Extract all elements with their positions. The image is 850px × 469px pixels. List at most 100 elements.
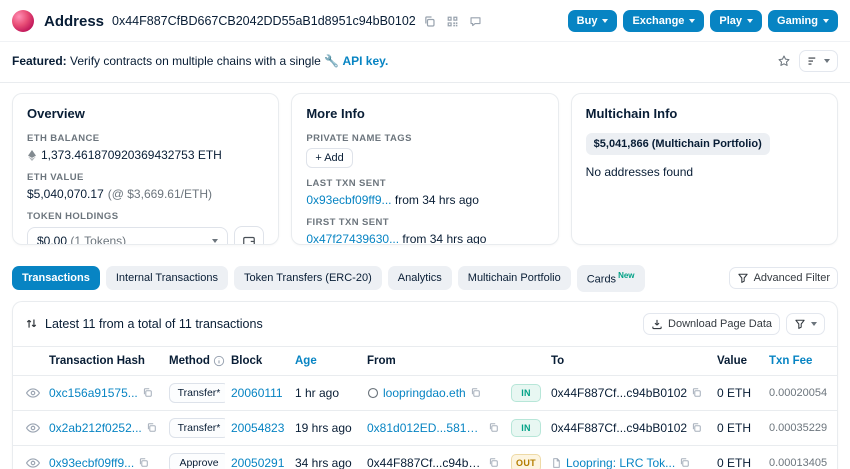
featured-prefix: Featured:: [12, 54, 67, 68]
buy-button-label: Buy: [577, 15, 598, 27]
from-address-link[interactable]: 0x81d012ED...5818C2404: [367, 421, 484, 435]
address-value: 0x44F887CfBD667CB2042DD55aB1d8951c94bB01…: [112, 14, 416, 28]
copy-to-button[interactable]: [679, 457, 690, 468]
tab-transactions[interactable]: Transactions: [12, 266, 100, 290]
copy-address-button[interactable]: [421, 12, 439, 30]
first-txn-section: FIRST TXN SENT 0x47f27439630... from 34 …: [306, 217, 543, 245]
copy-hash-button[interactable]: [138, 457, 149, 468]
token-holdings-value: $0.00: [37, 234, 67, 246]
age-cell: 34 hrs ago: [289, 445, 361, 469]
method-badge[interactable]: Transfer*: [169, 383, 225, 403]
table-toolbar: Latest 11 from a total of 11 transaction…: [13, 302, 837, 346]
method-badge[interactable]: Transfer*: [169, 418, 225, 438]
copy-icon: [691, 422, 702, 433]
row-visibility-button[interactable]: [26, 386, 40, 400]
multichain-portfolio-badge[interactable]: $5,041,866 (Multichain Portfolio): [586, 133, 770, 155]
column-filter-button[interactable]: [786, 313, 825, 335]
method-badge[interactable]: Approve: [169, 453, 225, 469]
copy-icon: [691, 387, 702, 398]
copy-from-button[interactable]: [488, 422, 499, 433]
value-cell: 0 ETH: [711, 445, 763, 469]
value-column-header: Value: [711, 346, 763, 375]
row-visibility-button[interactable]: [26, 456, 40, 469]
txn-hash-link[interactable]: 0x2ab212f0252...: [49, 421, 142, 435]
play-button[interactable]: Play: [710, 10, 762, 32]
play-button-label: Play: [719, 15, 742, 27]
chevron-down-icon: [823, 19, 829, 23]
chevron-down-icon: [747, 19, 753, 23]
copy-hash-button[interactable]: [142, 387, 153, 398]
exchange-button[interactable]: Exchange: [623, 10, 704, 32]
etherscan-address-page: Address 0x44F887CfBD667CB2042DD55aB1d895…: [0, 0, 850, 469]
table-actions: Download Page Data: [643, 313, 825, 335]
fee-column-header[interactable]: Txn Fee: [763, 346, 837, 375]
funnel-icon: [794, 318, 806, 330]
tab-internal-transactions[interactable]: Internal Transactions: [106, 266, 228, 290]
copy-icon: [470, 387, 481, 398]
copy-icon: [423, 15, 436, 28]
favorite-button[interactable]: [777, 54, 791, 68]
to-address: 0x44F887Cf...c94bB0102: [551, 421, 687, 435]
age-column-header[interactable]: Age: [289, 346, 361, 375]
advanced-filter-button[interactable]: Advanced Filter: [729, 267, 838, 289]
star-icon: [777, 54, 791, 68]
copy-icon: [488, 457, 499, 468]
block-link[interactable]: 20050291: [231, 456, 284, 469]
eth-balance-label: ETH BALANCE: [27, 133, 264, 144]
token-holdings-count: (1 Tokens): [70, 234, 126, 246]
txn-hash-link[interactable]: 0x93ecbf09ff9...: [49, 456, 134, 469]
wallet-icon: [242, 234, 256, 246]
comment-button[interactable]: [467, 12, 485, 30]
from-address: 0x44F887Cf...c94bB0102: [367, 456, 484, 469]
copy-hash-button[interactable]: [146, 422, 157, 433]
gaming-button[interactable]: Gaming: [768, 10, 838, 32]
api-key-link[interactable]: API key.: [342, 54, 388, 68]
list-options-icon: [807, 55, 819, 67]
buy-button[interactable]: Buy: [568, 10, 618, 32]
tab-analytics[interactable]: Analytics: [388, 266, 452, 290]
age-cell: 19 hrs ago: [289, 410, 361, 445]
transactions-table: Transaction Hash Method Block Age From T…: [13, 346, 837, 469]
eth-balance-section: ETH BALANCE 1,373.461870920369432753 ETH: [27, 133, 264, 162]
multichain-empty-text: No addresses found: [586, 165, 823, 179]
table-summary-text: Latest 11 from a total of 11 transaction…: [45, 317, 263, 331]
summary-cards: Overview ETH BALANCE 1,373.4618709203694…: [0, 83, 850, 255]
token-holdings-select[interactable]: $0.00 (1 Tokens): [27, 227, 228, 246]
copy-from-button[interactable]: [470, 387, 481, 398]
tab-cards-label: Cards: [587, 274, 616, 286]
copy-icon: [146, 422, 157, 433]
copy-to-button[interactable]: [691, 422, 702, 433]
to-address-link[interactable]: Loopring: LRC Tok...: [566, 456, 675, 469]
tabs-bar: Transactions Internal Transactions Token…: [0, 255, 850, 301]
page-title: Address: [44, 13, 104, 30]
copy-to-button[interactable]: [691, 387, 702, 398]
wallet-button[interactable]: [234, 226, 264, 245]
add-name-tag-button[interactable]: + Add: [306, 148, 352, 168]
age-cell: 1 hr ago: [289, 375, 361, 410]
tab-token-transfers[interactable]: Token Transfers (ERC-20): [234, 266, 382, 290]
block-link[interactable]: 20060111: [231, 386, 283, 400]
tab-multichain-portfolio[interactable]: Multichain Portfolio: [458, 266, 571, 290]
row-visibility-button[interactable]: [26, 421, 40, 435]
txn-hash-link[interactable]: 0xc156a91575...: [49, 386, 138, 400]
display-options-button[interactable]: [799, 50, 838, 72]
copy-from-button[interactable]: [488, 457, 499, 468]
wrench-emoji-icon: 🔧: [324, 54, 339, 68]
tab-cards[interactable]: CardsNew: [577, 265, 645, 292]
qr-code-button[interactable]: [444, 12, 462, 30]
info-icon[interactable]: [213, 355, 225, 367]
ethereum-icon: [27, 150, 37, 161]
block-link[interactable]: 20054823: [231, 421, 284, 435]
last-txn-hash-link[interactable]: 0x93ecbf09ff9...: [306, 193, 391, 207]
gaming-button-label: Gaming: [777, 15, 818, 27]
download-page-data-button[interactable]: Download Page Data: [643, 313, 780, 335]
to-address: 0x44F887Cf...c94bB0102: [551, 386, 687, 400]
qr-code-icon: [446, 15, 459, 28]
from-address-link[interactable]: loopringdao.eth: [383, 386, 466, 400]
block-column-header: Block: [225, 346, 289, 375]
first-txn-hash-link[interactable]: 0x47f27439630...: [306, 232, 399, 245]
direction-badge: IN: [511, 384, 541, 402]
comment-icon: [469, 15, 482, 28]
new-badge: New: [618, 271, 634, 280]
last-txn-section: LAST TXN SENT 0x93ecbf09ff9... from 34 h…: [306, 178, 543, 207]
